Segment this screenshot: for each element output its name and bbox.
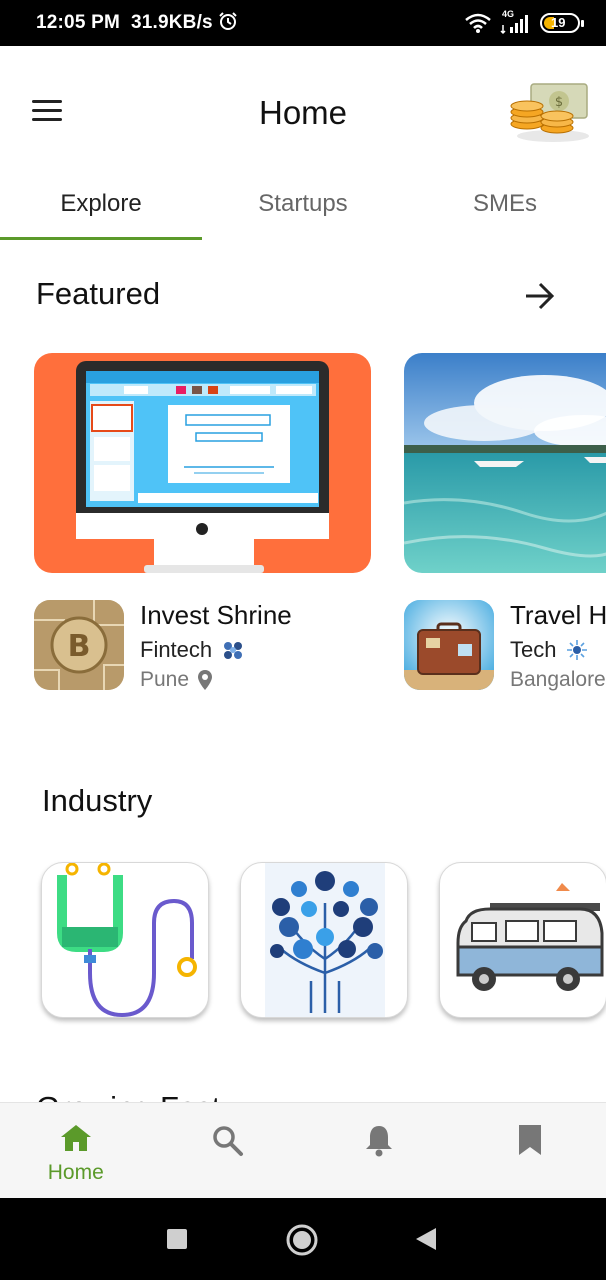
featured-item-name[interactable]: Invest Shrine [140,600,292,631]
battery-icon: 19 [540,13,584,33]
bottom-navigation: Home [0,1102,606,1198]
featured-item-name[interactable]: Travel H [510,600,606,631]
status-icons: 4G 19 [464,9,584,36]
status-time: 12:05 PM [36,12,120,33]
monitor-illustration [76,361,329,573]
nav-item-bookmarks[interactable] [455,1103,606,1198]
industry-title: Industry [42,783,153,818]
back-triangle-icon[interactable] [414,1226,438,1252]
travel-van-icon [456,883,604,991]
tech-icon [567,640,588,660]
industry-card-travel[interactable] [439,862,606,1018]
recents-square-icon[interactable] [166,1228,188,1250]
featured-item-location: Pune [140,668,213,692]
alarm-icon [219,12,238,30]
nav-item-search[interactable] [152,1103,304,1198]
system-navigation-bar [0,1198,606,1280]
featured-card-travel[interactable] [404,353,606,573]
signal-indicator: 4G [500,9,532,35]
nav-item-notifications[interactable] [303,1103,455,1198]
sea-photo [404,353,606,573]
fintech-icon [224,642,243,659]
location-pin-icon [198,670,213,690]
status-bar: 12:05 PM 31.9KB/s 4G 19 [0,0,606,46]
search-icon [213,1126,244,1156]
wifi-icon [465,13,491,33]
battery-level: 19 [551,15,566,30]
tab-bar: Explore Startups SMEs [0,176,606,240]
nav-item-home[interactable]: Home [0,1103,152,1198]
svg-text:B: B [68,629,91,664]
home-icon [60,1125,91,1151]
featured-card-invest-shrine[interactable] [34,353,371,573]
travel-thumbnail[interactable] [404,600,494,690]
featured-item-location: Bangalore [510,668,606,692]
technology-tree-icon [265,863,385,1017]
featured-item-category: Fintech [140,637,246,663]
bookmark-icon [519,1125,542,1155]
svg-text:$: $ [555,95,563,110]
industry-card-technology[interactable] [240,862,408,1018]
signal-icon [500,15,528,35]
featured-item-category: Tech [510,637,590,663]
home-circle-icon[interactable] [286,1224,318,1256]
app-bar: Home $ [0,46,606,176]
coins-money-icon[interactable]: $ [505,80,591,144]
featured-item-location-text: Pune [140,668,190,691]
suitcase-icon [404,600,494,690]
tab-smes[interactable]: SMEs [404,176,606,240]
nav-item-home-label: Home [47,1161,104,1184]
status-time-and-speed: 12:05 PM 31.9KB/s [36,11,238,34]
status-speed: 31.9KB/s [130,12,213,33]
bell-icon [365,1126,392,1157]
bitcoin-icon: B [34,600,124,690]
invest-shrine-thumbnail[interactable]: B [34,600,124,690]
tab-startups[interactable]: Startups [202,176,404,240]
featured-item-category-text: Fintech [140,637,213,662]
featured-arrow-right-icon[interactable] [522,278,558,314]
featured-title: Featured [36,276,161,311]
tab-explore[interactable]: Explore [0,176,202,240]
featured-item-category-text: Tech [510,637,557,662]
featured-item-location-text: Bangalore [510,668,606,691]
healthcare-stethoscope-icon [57,863,197,1017]
industry-card-healthcare[interactable] [41,862,209,1018]
